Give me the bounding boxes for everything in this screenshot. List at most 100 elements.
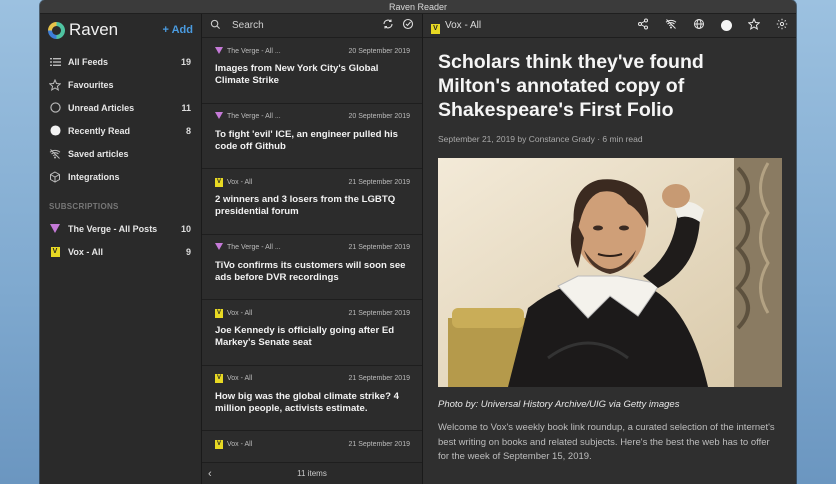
sidebar-item-vox[interactable]: V Vox - All 9 [40,240,201,263]
circle-outline-icon [49,102,61,114]
verge-icon [215,46,223,56]
share-icon[interactable] [637,18,649,33]
vox-icon: V [49,246,61,258]
cube-icon [49,170,61,183]
verge-icon [215,112,223,121]
brand: Raven + Add [40,14,201,46]
item-title: How big was the global climate strike? 4… [215,390,399,414]
mark-all-read-icon[interactable] [402,18,414,33]
search-bar [202,14,422,38]
item-date: 20 September 2019 [348,113,411,120]
search-icon [210,19,226,33]
panes: Raven + Add All Feeds 19 Favourites Unre… [40,14,796,484]
list-footer: ‹ 11 items [202,462,422,484]
article: Scholars think they've found Milton's an… [423,38,796,465]
article-image [438,158,782,387]
chevron-left-icon[interactable]: ‹ [208,468,222,480]
vox-icon: V [215,439,223,449]
sidebar-item-count: 19 [180,56,191,67]
list-item[interactable]: V Vox - All 21 September 2019 Joe Kenned… [202,300,422,366]
wifi-off-icon [49,148,61,160]
sidebar-item-verge[interactable]: The Verge - All Posts 10 [40,217,201,240]
list-item[interactable]: The Verge - All ... 20 September 2019 To… [202,104,422,169]
sidebar-item-integrations[interactable]: Integrations [40,165,201,188]
sidebar-item-count: 9 [185,246,191,257]
item-source: Vox - All [227,178,253,186]
sidebar-item-count: 10 [180,223,191,234]
item-meta: The Verge - All ... 20 September 2019 [215,112,410,122]
sidebar: Raven + Add All Feeds 19 Favourites Unre… [40,14,202,484]
article-list: The Verge - All ... 20 September 2019 Im… [202,14,423,484]
article-body: Welcome to Vox's weekly book link roundu… [438,422,775,462]
add-feed-button[interactable]: + Add [163,24,193,36]
vox-icon: V [215,177,223,187]
item-date: 20 September 2019 [348,47,411,55]
search-input[interactable] [232,20,374,31]
sidebar-item-count: 11 [181,102,191,113]
item-meta: The Verge - All ... 21 September 2019 [215,243,410,253]
sidebar-item-all-feeds[interactable]: All Feeds 19 [40,50,201,73]
reader-source: Vox - All [445,20,482,31]
reader-pane: V Vox - All Scholars think they've found… [423,14,796,484]
gear-icon[interactable] [776,18,788,33]
filled-circle-icon [49,125,61,137]
item-source: Vox - All [227,375,253,382]
verge-icon [215,243,223,252]
item-title: Joe Kennedy is officially going after Ed… [215,325,395,348]
sidebar-item-label: Saved articles [68,148,129,159]
sidebar-item-label: Integrations [68,171,120,182]
globe-icon[interactable] [693,18,705,33]
list-icon [49,56,61,68]
mark-read-toggle[interactable] [721,20,732,31]
sidebar-item-label: Recently Read [68,125,131,136]
item-date: 21 September 2019 [348,244,411,251]
sidebar-item-count: 8 [185,125,191,136]
sidebar-item-saved[interactable]: Saved articles [40,142,201,165]
list-item[interactable]: The Verge - All ... 20 September 2019 Im… [202,38,422,104]
item-date: 21 September 2019 [348,375,411,382]
item-date: 21 September 2019 [348,178,411,186]
sidebar-item-favourites[interactable]: Favourites [40,73,201,96]
sidebar-item-label: Unread Articles [68,102,135,113]
wifi-off-icon[interactable] [665,18,677,33]
list-item[interactable]: The Verge - All ... 21 September 2019 Ti… [202,235,422,300]
item-title: 2 winners and 3 losers from the LGBTQ pr… [215,194,396,217]
item-meta: V Vox - All 21 September 2019 [215,374,410,384]
item-count: 11 items [297,469,327,478]
item-title: TiVo confirms its customers will soon se… [215,259,406,283]
item-meta: V Vox - All 21 September 2019 [215,177,410,187]
star-icon [49,78,61,91]
sidebar-item-label: Favourites [68,79,114,90]
refresh-icon[interactable] [382,18,394,33]
raven-logo-icon [48,21,65,39]
item-meta: V Vox - All 21 September 2019 [215,308,410,318]
sidebar-item-label: Vox - All [68,246,104,257]
brand-name: Raven [69,20,119,39]
sidebar-item-recently-read[interactable]: Recently Read 8 [40,119,201,142]
item-source: Vox - All [227,440,253,448]
item-source: The Verge - All ... [227,47,281,55]
reader-toolbar: V Vox - All [423,14,796,38]
sidebar-item-label: All Feeds [68,56,109,67]
image-caption: Photo by: Universal History Archive/UIG … [438,399,680,410]
item-title: To fight 'evil' ICE, an engineer pulled … [215,128,398,152]
window-title: Raven Reader [40,0,796,14]
item-title: Images from New York City's Global Clima… [215,63,379,86]
subscriptions-heading: SUBSCRIPTIONS [49,202,119,211]
item-source: The Verge - All ... [227,113,281,120]
item-meta: V Vox - All 21 September 2019 [215,439,410,449]
star-icon[interactable] [747,17,761,33]
vox-icon: V [431,17,440,35]
item-meta: The Verge - All ... 20 September 2019 [215,46,410,56]
item-date: 21 September 2019 [348,309,411,317]
verge-icon [49,223,61,235]
item-source: Vox - All [227,309,253,317]
item-source: The Verge - All ... [227,244,281,251]
sidebar-item-label: The Verge - All Posts [68,223,158,234]
list-item[interactable]: V Vox - All 21 September 2019 How big wa… [202,366,422,431]
app-window: Raven Reader Raven + Add All Feeds 19 Fa… [40,0,796,484]
article-title: Scholars think they've found Milton's an… [438,51,704,121]
sidebar-item-unread[interactable]: Unread Articles 11 [40,96,201,119]
article-meta: September 21, 2019 by Constance Grady · … [438,134,643,144]
list-item[interactable]: V Vox - All 21 September 2019 2 winners … [202,169,422,235]
